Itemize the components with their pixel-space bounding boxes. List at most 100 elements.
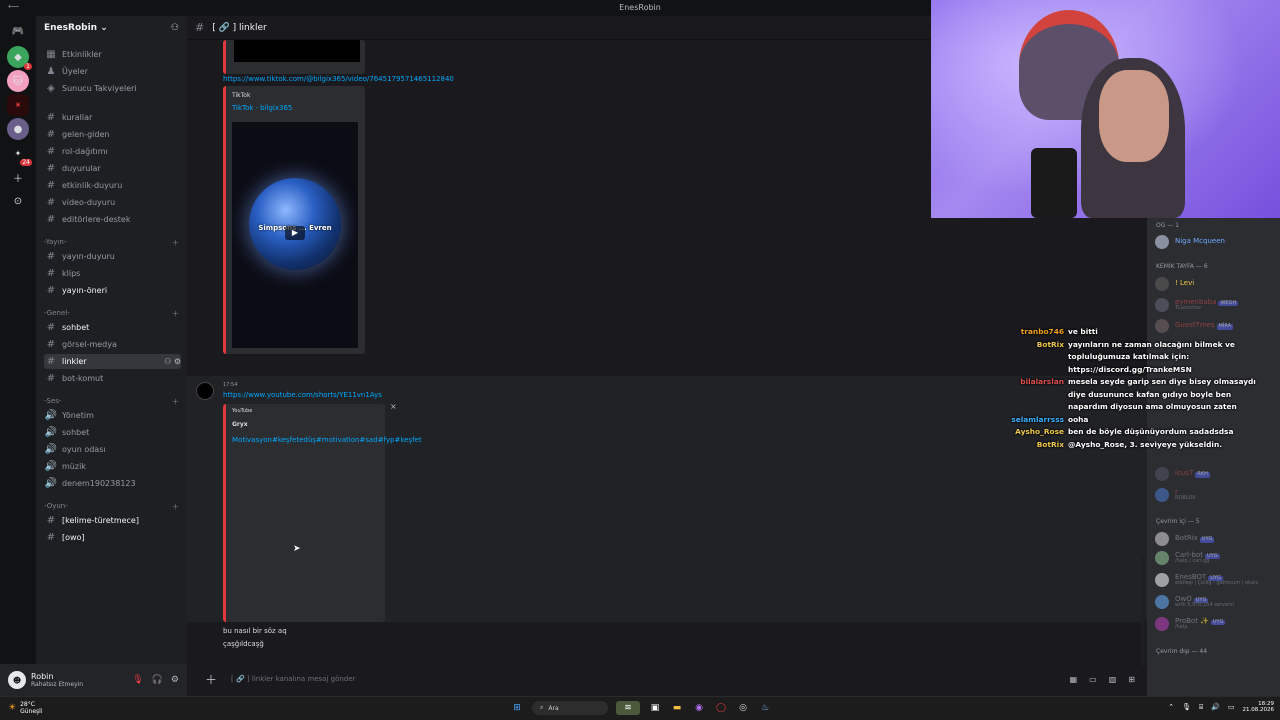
weather-widget[interactable]: ☀ 28°C Güneşli — [8, 701, 42, 715]
sidebar-item-events[interactable]: ▦ Etkinlikler — [44, 47, 181, 62]
attach-plus-icon[interactable]: ＋ — [205, 671, 217, 688]
volume-icon[interactable]: 🔊 — [1211, 703, 1220, 711]
network-icon[interactable]: ⌸ — [1199, 703, 1203, 712]
widget-icon[interactable]: ≋ — [616, 701, 640, 715]
member-item[interactable]: BotRix UYG — [1155, 530, 1276, 548]
channel-video-duyuru[interactable]: # video-duyuru — [44, 195, 181, 210]
play-icon[interactable]: ▶ — [285, 226, 305, 240]
sidebar-item-members[interactable]: ♟ Üyeler — [44, 64, 181, 79]
member-item[interactable]: lcus7 RKH — [1155, 465, 1276, 483]
server-icon[interactable]: 🐱 — [7, 70, 29, 92]
channel-linkler[interactable]: # linkler ⚇ ⚙ — [44, 354, 181, 369]
tiktok-link[interactable]: https://www.tiktok.com/@bilgix365/video/… — [223, 75, 454, 83]
opera-icon[interactable]: ◯ — [714, 701, 728, 715]
steam-icon[interactable]: ♨ — [758, 701, 772, 715]
member-item[interactable]: ProBot ✨ UYG/help — [1155, 615, 1276, 633]
mic-muted-icon[interactable]: 🎙 — [132, 675, 143, 685]
member-category: Çevrim dışı — 44 — [1156, 648, 1208, 655]
youtube-embed: YouTube Gryx Motivasyon#keşfetedüş#motiv… — [223, 404, 422, 622]
member-category: Çevrim içi — 5 — [1156, 518, 1200, 525]
user-panel: ☻ Robin Rahatsız Etmeyin 🎙 🎧 ⚙ — [0, 664, 187, 696]
video-thumbnail[interactable]: Simpsons ... Evren ▶ — [232, 122, 358, 348]
channel-etkinlik-duyuru[interactable]: # etkinlik-duyuru — [44, 178, 181, 193]
discover-icon[interactable]: ⊙ — [7, 190, 29, 212]
embed-author[interactable]: Gryx — [232, 421, 248, 428]
composer-placeholder[interactable]: [ 🔗 ] linkler kanalına mesaj gönder — [231, 675, 355, 683]
member-item[interactable]: ! Levi — [1155, 275, 1276, 293]
add-server-icon[interactable]: ＋ — [7, 166, 29, 188]
avatar[interactable]: ☻ — [8, 671, 26, 689]
voice-channel-muzik[interactable]: 🔊 müzik — [44, 459, 181, 474]
server-icon[interactable]: ● — [7, 118, 29, 140]
voice-channel-sohbet[interactable]: 🔊 sohbet — [44, 425, 181, 440]
hash-icon: # — [46, 356, 56, 367]
member-item[interactable]: Niga Mcqueen — [1155, 233, 1276, 251]
channel-bot-komut[interactable]: # bot-komut — [44, 371, 181, 386]
channel-yayin-oneri[interactable]: # yayın-öneri — [44, 283, 181, 298]
battery-icon[interactable]: ▭ — [1228, 703, 1235, 711]
chat-line: Aysho_Rose ben de böyle düşünüyordum sada… — [1015, 427, 1234, 436]
voice-channel-oyun-odasi[interactable]: 🔊 oyun odası — [44, 442, 181, 457]
channel-rol-dagitimi[interactable]: # rol-dağıtımı — [44, 144, 181, 159]
windows-start-icon[interactable]: ⊞ — [510, 701, 524, 715]
taskbar-search[interactable]: ⌕ Ara — [532, 701, 608, 715]
member-item[interactable]: r ROBLOX — [1155, 486, 1276, 504]
discord-home-icon[interactable]: 🎮 — [7, 20, 29, 42]
chrome-icon[interactable]: ◎ — [736, 701, 750, 715]
member-item[interactable]: Carl-bot UYG/help | carl.gg — [1155, 549, 1276, 567]
member-item[interactable]: eymenbaba WEGH TLauncher — [1155, 296, 1276, 314]
member-item[interactable]: EnesBOT UYG etkileşi | Çelliğ - gafmcum | … — [1155, 571, 1276, 589]
voice-channel-yonetim[interactable]: 🔊 Yönetim — [44, 408, 181, 423]
hash-icon: # — [46, 515, 56, 526]
embed-title[interactable]: Motivasyon#keşfetedüş#motivation#sad#fyp… — [232, 435, 422, 446]
sidebar-item-boosts[interactable]: ◈ Sunucu Takviyeleri — [44, 81, 181, 96]
channel-yayin-duyuru[interactable]: # yayın-duyuru — [44, 249, 181, 264]
sun-icon: ☀ — [8, 702, 17, 713]
clock[interactable]: 18:29 21.08.2026 — [1243, 701, 1275, 714]
voice-channel-denem[interactable]: 🔊 denem190238123 — [44, 476, 181, 491]
embed-title[interactable]: TikTok · bilgix365 — [232, 104, 292, 112]
server-icon[interactable]: ◆ 1 — [7, 46, 32, 70]
mic-icon[interactable]: 🎙 — [1182, 703, 1191, 711]
channel-kelime-turetmece[interactable]: # [kelime-türetmece] — [44, 513, 181, 528]
chat-line: selamlarrsss ooha — [1011, 414, 1089, 424]
apps-icon[interactable]: ⊞ — [1128, 675, 1135, 684]
channel-duyurular[interactable]: # duyurular — [44, 161, 181, 176]
server-icon[interactable]: ▣ — [7, 94, 29, 116]
channel-kurallar[interactable]: # kurallar — [44, 110, 181, 125]
calendar-icon: ▦ — [46, 49, 56, 60]
message-text: çaşğıldcaşğ — [223, 640, 264, 648]
server-icon[interactable]: ✦ 24 — [7, 142, 32, 166]
server-header[interactable]: EnesRobin ⌄ ⚇ — [36, 16, 187, 40]
embed-thumbnail[interactable] — [234, 40, 360, 62]
message-composer[interactable]: ＋ [ 🔗 ] linkler kanalına mesaj gönder ▦ … — [199, 668, 1141, 690]
close-icon[interactable]: × — [390, 402, 397, 411]
settings-gear-icon[interactable]: ⚙ — [171, 675, 179, 685]
file-explorer-icon[interactable]: ▬ — [670, 701, 684, 715]
channel-owo[interactable]: # [owo] — [44, 530, 181, 545]
gif-icon[interactable]: ▭ — [1089, 675, 1097, 684]
app-icon[interactable]: ◉ — [692, 701, 706, 715]
member-item[interactable]: OwO UYG with 5,970,154 servers! — [1155, 593, 1276, 611]
webcam-overlay — [931, 0, 1280, 218]
add-member-icon[interactable]: ⚇ — [171, 23, 179, 33]
channel-gelen-giden[interactable]: # gelen-giden — [44, 127, 181, 142]
chevron-up-icon[interactable]: ⌃ — [1168, 703, 1174, 711]
avatar[interactable] — [196, 382, 214, 400]
channel-klips[interactable]: # klips — [44, 266, 181, 281]
channel-sohbet[interactable]: # sohbet — [44, 320, 181, 335]
gift-icon[interactable]: ▦ — [1070, 675, 1078, 684]
speaker-icon: 🔊 — [44, 410, 58, 421]
task-view-icon[interactable]: ▣ — [648, 701, 662, 715]
chat-scrollbar[interactable] — [1141, 556, 1145, 666]
avatar — [1155, 277, 1169, 291]
hash-icon: # — [46, 373, 56, 384]
channel-settings-icon[interactable]: ⚇ ⚙ — [164, 357, 181, 366]
youtube-link[interactable]: https://www.youtube.com/shorts/YE11vn1Ay… — [223, 391, 382, 399]
channel-editorlere-destek[interactable]: # editörlere-destek — [44, 212, 181, 227]
hash-icon: # — [46, 214, 56, 225]
sticker-icon[interactable]: ▧ — [1109, 675, 1117, 684]
channel-gorsel-medya[interactable]: # görsel-medya — [44, 337, 181, 352]
mention-badge: 1 — [24, 63, 32, 70]
deafen-icon[interactable]: 🎧 — [152, 675, 163, 685]
